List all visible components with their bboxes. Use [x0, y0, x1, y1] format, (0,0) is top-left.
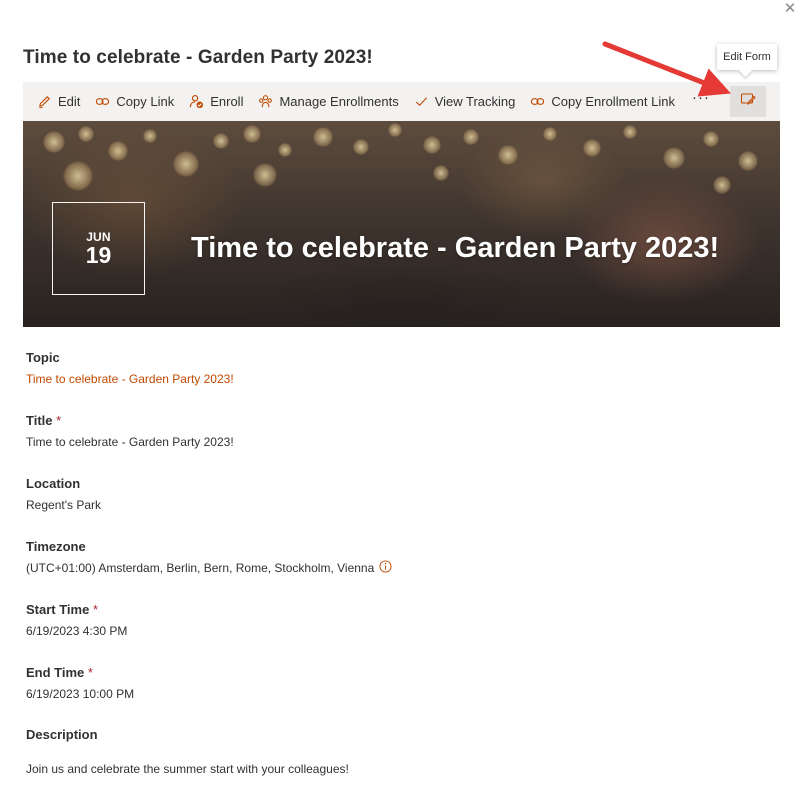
- field-timezone: Timezone (UTC+01:00) Amsterdam, Berlin, …: [26, 539, 392, 577]
- command-bar: Edit Copy Link Enroll Manage Enrollments…: [23, 82, 780, 121]
- field-end-time: End Time * 6/19/2023 10:00 PM: [26, 665, 134, 701]
- topic-value[interactable]: Time to celebrate - Garden Party 2023!: [26, 372, 234, 386]
- enroll-label: Enroll: [210, 94, 244, 109]
- view-tracking-label: View Tracking: [434, 94, 516, 109]
- title-label: Title *: [26, 413, 62, 428]
- description-value: Join us and celebrate the summer start w…: [26, 762, 349, 776]
- more-options-button[interactable]: ···: [692, 89, 710, 106]
- end-time-value: 6/19/2023 10:00 PM: [26, 687, 135, 701]
- pencil-icon: [37, 94, 52, 109]
- edit-form-tooltip: Edit Form: [717, 44, 777, 70]
- edit-button[interactable]: Edit: [37, 94, 80, 109]
- field-start-time: Start Time * 6/19/2023 4:30 PM: [26, 602, 127, 638]
- edit-form-icon: [740, 91, 756, 112]
- close-icon[interactable]: ✕: [783, 1, 797, 16]
- page-title: Time to celebrate - Garden Party 2023!: [23, 47, 373, 68]
- title-value: Time to celebrate - Garden Party 2023!: [26, 435, 234, 449]
- copy-link-label: Copy Link: [116, 94, 175, 109]
- event-day: 19: [85, 242, 112, 268]
- banner-title: Time to celebrate - Garden Party 2023!: [191, 232, 720, 264]
- link-icon: [95, 94, 110, 109]
- end-time-label: End Time *: [26, 665, 93, 680]
- copy-enrollment-link-button[interactable]: Copy Enrollment Link: [530, 94, 675, 109]
- description-label: Description: [26, 727, 98, 742]
- timezone-label: Timezone: [26, 539, 86, 554]
- event-banner: JUN 19 Time to celebrate - Garden Party …: [23, 121, 780, 327]
- required-marker: *: [56, 413, 62, 428]
- field-topic: Topic Time to celebrate - Garden Party 2…: [26, 350, 234, 386]
- manage-enrollments-label: Manage Enrollments: [279, 94, 399, 109]
- view-tracking-button[interactable]: View Tracking: [414, 94, 516, 109]
- copy-link-button[interactable]: Copy Link: [95, 94, 174, 109]
- required-marker: *: [87, 665, 93, 680]
- event-date-badge: JUN 19: [52, 202, 145, 295]
- location-value: Regent's Park: [26, 498, 101, 512]
- enroll-icon: [189, 94, 204, 109]
- copy-enrollment-link-label: Copy Enrollment Link: [551, 94, 675, 109]
- timezone-row: (UTC+01:00) Amsterdam, Berlin, Bern, Rom…: [26, 560, 392, 577]
- field-description: Description Join us and celebrate the su…: [26, 727, 349, 776]
- topic-label: Topic: [26, 350, 60, 365]
- checkmark-icon: [414, 94, 429, 109]
- start-time-value: 6/19/2023 4:30 PM: [26, 624, 128, 638]
- field-location: Location Regent's Park: [26, 476, 101, 512]
- enroll-button[interactable]: Enroll: [189, 94, 243, 109]
- field-title: Title * Time to celebrate - Garden Party…: [26, 413, 234, 449]
- people-icon: [258, 94, 273, 109]
- info-icon[interactable]: [379, 560, 392, 576]
- edit-label: Edit: [58, 94, 81, 109]
- location-label: Location: [26, 476, 81, 491]
- edit-form-button[interactable]: [730, 86, 766, 117]
- start-time-label: Start Time *: [26, 602, 99, 617]
- timezone-value: (UTC+01:00) Amsterdam, Berlin, Bern, Rom…: [26, 561, 375, 576]
- required-marker: *: [92, 602, 99, 617]
- link-icon: [530, 94, 545, 109]
- manage-enrollments-button[interactable]: Manage Enrollments: [258, 94, 399, 109]
